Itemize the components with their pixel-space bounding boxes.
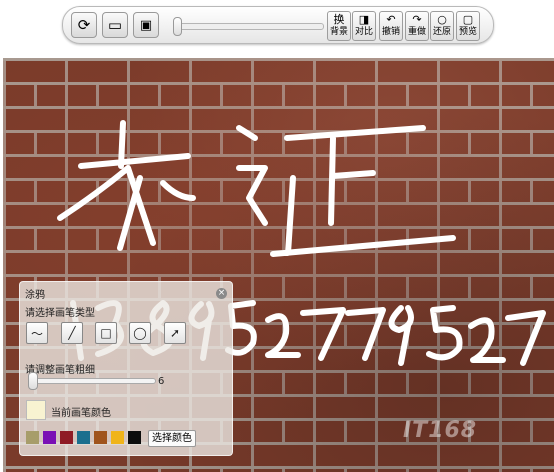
fit-icon: ▣ [139,17,153,33]
redo-label: 重做 [407,27,426,37]
graffiti-char-2 [236,125,456,257]
palette-swatch[interactable] [43,431,56,444]
restore-button[interactable]: ○ 还原 [430,11,454,41]
freehand-icon: 〜 [30,326,43,341]
palette-swatch[interactable] [77,431,90,444]
close-icon[interactable]: × [216,288,227,299]
current-color-label: 当前画笔颜色 [51,408,111,419]
compare-button[interactable]: ◨ 对比 [352,11,376,41]
redo-button[interactable]: ↷ 重做 [405,11,429,41]
refresh-button[interactable]: ⟳ [71,12,97,38]
ellipse-icon: ◯ [133,326,147,340]
palette-swatch[interactable] [128,431,141,444]
zoom-slider[interactable] [173,17,324,36]
rectangle-icon: □ [100,326,112,340]
current-color-swatch [26,400,46,420]
refresh-icon: ⟳ [77,16,91,34]
monitor-button[interactable]: ▭ [102,12,128,38]
ellipse-brush-button[interactable]: ◯ [129,322,151,344]
brush-size-slider[interactable] [28,372,156,390]
undo-button[interactable]: ↶ 撤销 [379,11,403,41]
preview-label: 预览 [458,27,477,37]
pick-color-button[interactable]: 选择颜色 [148,430,196,447]
watermark: IT168 [403,418,478,443]
arrow-icon: ➚ [169,326,181,340]
brush-size-value: 6 [158,376,165,387]
restore-label: 还原 [432,27,451,37]
graffiti-panel: 涂鸦 × 请选择画笔类型 〜 ╱ □ ◯ ➚ 请调整画笔粗细 6 当前画笔颜色 … [19,281,233,456]
background-label: 背景 [329,27,348,37]
undo-icon: ↶ [386,13,396,26]
zoom-slider-thumb[interactable] [173,17,182,36]
panel-title: 涂鸦 [25,290,45,301]
compare-label: 对比 [354,27,373,37]
palette-swatch[interactable] [94,431,107,444]
rectangle-brush-button[interactable]: □ [95,322,117,344]
compare-icon: ◨ [358,13,370,26]
background-icon: 换 [333,13,345,26]
freehand-brush-button[interactable]: 〜 [26,322,48,344]
undo-label: 撤销 [381,27,400,37]
preview-icon: ▢ [462,13,474,26]
palette-swatch[interactable] [26,431,39,444]
preview-button[interactable]: ▢ 预览 [456,11,480,41]
restore-icon: ○ [437,13,447,26]
fit-button[interactable]: ▣ [133,12,159,38]
palette-swatch[interactable] [60,431,73,444]
monitor-icon: ▭ [107,16,123,34]
arrow-brush-button[interactable]: ➚ [164,322,186,344]
line-icon: ╱ [68,326,76,340]
toolbar: ⟳ ▭ ▣ 换 背景 ◨ 对比 ↶ 撤销 ↷ 重做 ○ 还原 ▢ 预览 [62,6,494,44]
background-button[interactable]: 换 背景 [327,11,351,41]
redo-icon: ↷ [412,13,422,26]
palette-swatch[interactable] [111,431,124,444]
graffiti-char-1 [57,120,196,251]
brush-size-thumb[interactable] [28,372,38,390]
line-brush-button[interactable]: ╱ [61,322,83,344]
brush-type-label: 请选择画笔类型 [25,308,95,319]
